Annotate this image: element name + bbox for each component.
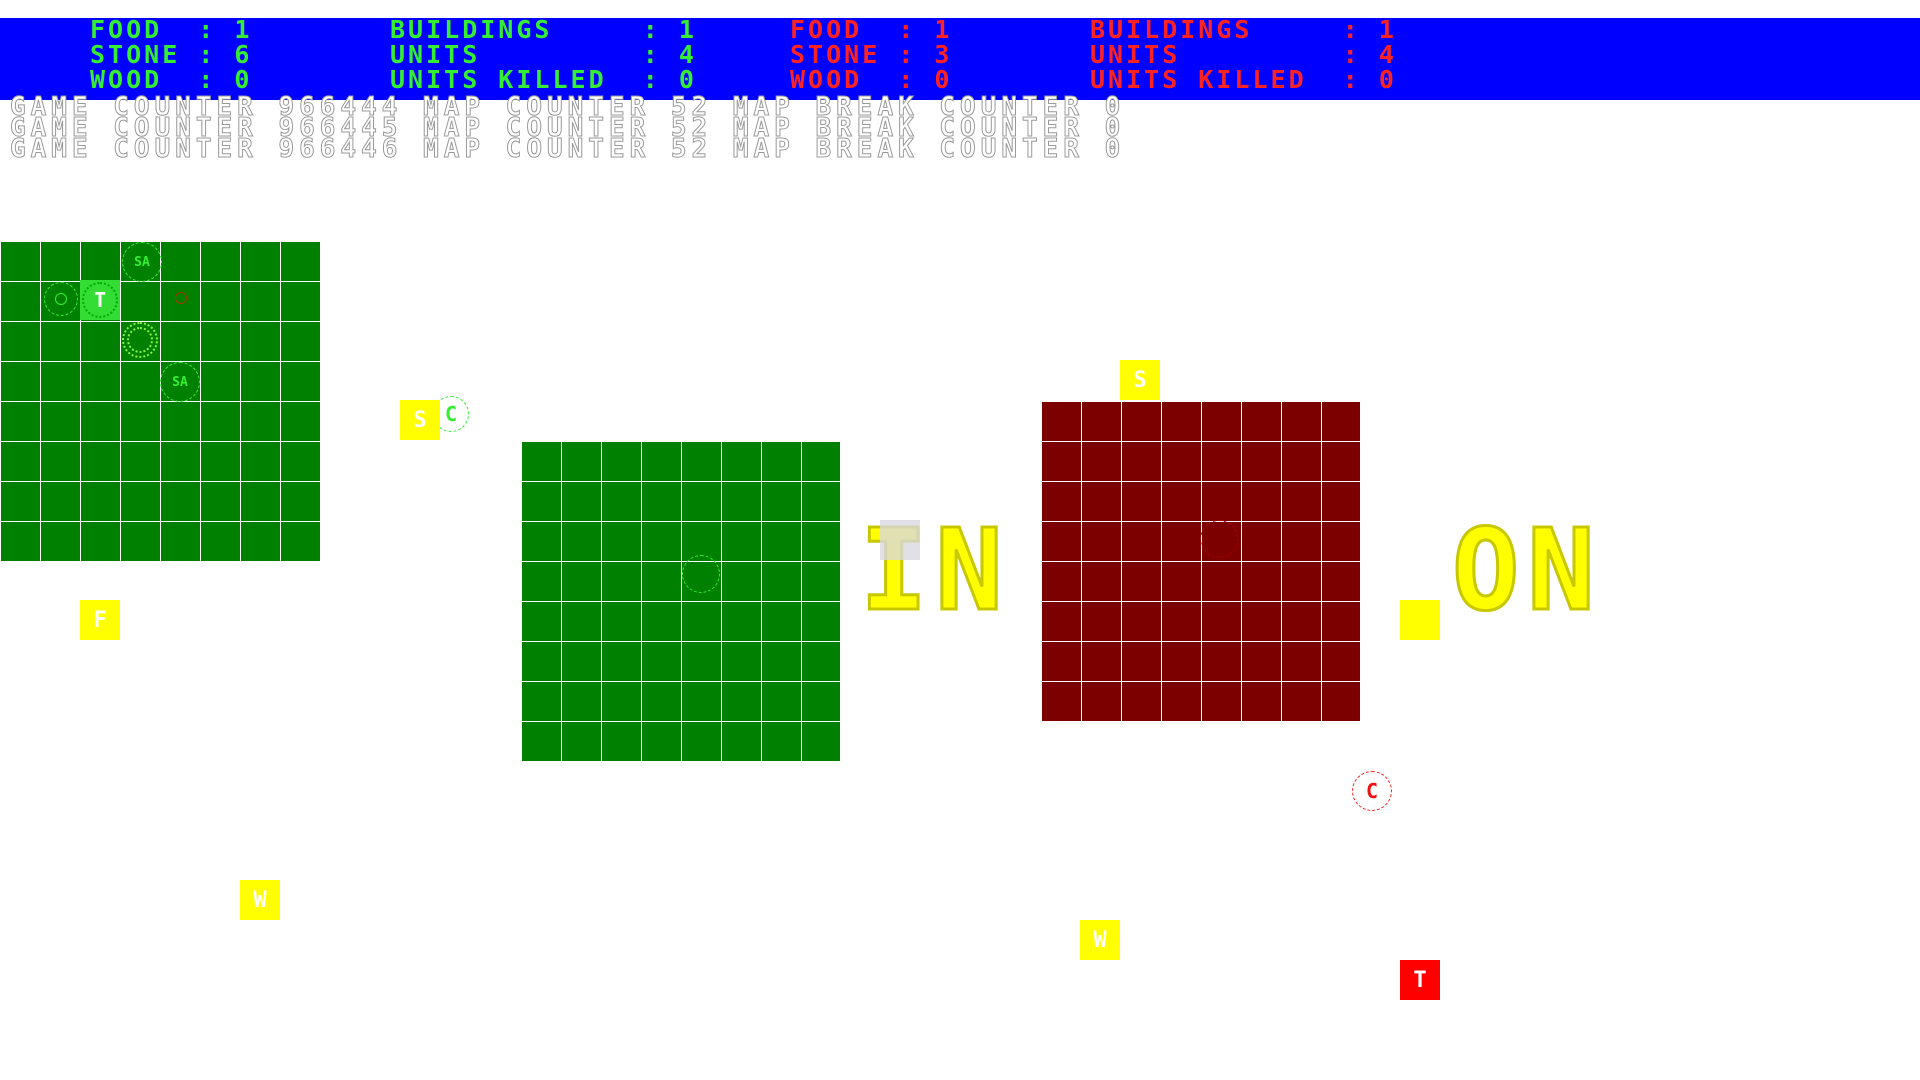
background-text-highlight — [880, 520, 920, 560]
p1-buildings-stat: BUILDINGS : 1 — [390, 15, 697, 44]
p2-units-stat: UNITS : 4 — [1090, 40, 1397, 69]
worker-core-icon — [55, 293, 67, 305]
p1-food-stat: FOOD : 1 — [90, 15, 253, 44]
p2-units-killed-stat: UNITS KILLED : 0 — [1090, 65, 1397, 94]
green-worker-unit[interactable] — [44, 282, 78, 316]
red-town-hall-building[interactable]: T — [1400, 960, 1440, 1000]
background-title-text-right: ON — [1451, 506, 1603, 636]
unit-label: SA — [172, 374, 188, 390]
green-soldier-unit[interactable]: SA — [122, 242, 162, 282]
p2-wood-stat: WOOD : 0 — [790, 65, 953, 94]
building-label: T — [93, 288, 107, 312]
stone-resource-tile[interactable]: S — [400, 400, 440, 440]
p1-wood-stat: WOOD : 0 — [90, 65, 253, 94]
p2-food-stat: FOOD : 1 — [790, 15, 953, 44]
p1-units-killed-stat: UNITS KILLED : 0 — [390, 65, 697, 94]
wood-resource-tile[interactable]: W — [1080, 920, 1120, 960]
green-town-hall-building[interactable]: T — [80, 280, 120, 320]
p1-units-stat: UNITS : 4 — [390, 40, 697, 69]
p1-stone-stat: STONE : 6 — [90, 40, 253, 69]
red-unit-ghost[interactable] — [1200, 520, 1238, 558]
wood-resource-tile[interactable]: W — [240, 880, 280, 920]
red-marker-icon — [175, 292, 187, 304]
unit-label: SA — [134, 254, 150, 270]
food-resource-tile[interactable]: F — [80, 600, 120, 640]
green-worker-unit[interactable] — [122, 322, 158, 358]
green-territory-center[interactable] — [520, 440, 840, 761]
worker-core-icon — [127, 327, 153, 353]
resource-hud-bar — [0, 18, 1920, 100]
green-soldier-unit[interactable]: SA — [160, 362, 200, 402]
p2-stone-stat: STONE : 3 — [790, 40, 953, 69]
red-commander-unit[interactable]: C — [1352, 771, 1392, 811]
red-base-territory[interactable] — [1040, 400, 1360, 721]
stone-resource-tile[interactable]: S — [1120, 360, 1160, 400]
resource-tile[interactable] — [1400, 600, 1440, 640]
p2-buildings-stat: BUILDINGS : 1 — [1090, 15, 1397, 44]
unit-label: C — [444, 402, 458, 426]
green-unit-ghost[interactable] — [682, 555, 720, 593]
building-label: T — [1413, 967, 1427, 993]
unit-label: C — [1365, 779, 1379, 803]
game-counter-line: GAME COUNTER 966446 MAP COUNTER 52 MAP B… — [9, 134, 1126, 164]
